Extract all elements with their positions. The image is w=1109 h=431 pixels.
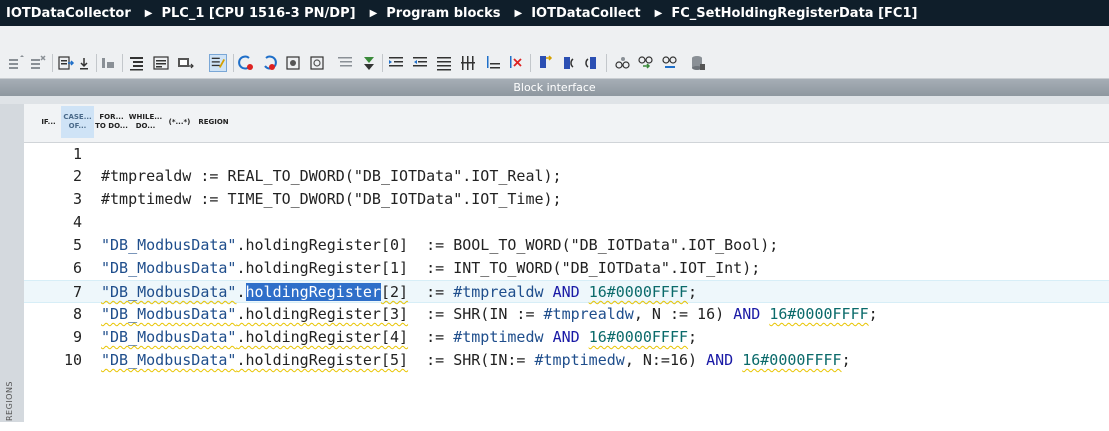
glasses-icon[interactable] bbox=[613, 54, 631, 72]
outdent-icon[interactable] bbox=[411, 54, 429, 72]
add-comment-icon[interactable] bbox=[284, 54, 302, 72]
next-bookmark-icon[interactable] bbox=[536, 54, 554, 72]
breadcrumb-separator-icon: ▶ bbox=[654, 7, 663, 19]
set-bookmark-icon[interactable] bbox=[484, 54, 502, 72]
line-number: 9 bbox=[72, 328, 82, 346]
code-line-current[interactable]: 7 "DB_ModbusData".holdingRegister[2] := … bbox=[24, 280, 1109, 303]
monitor-selection-icon[interactable] bbox=[661, 54, 679, 72]
line-number: 1 bbox=[72, 145, 82, 163]
code-line[interactable]: 3 #tmptimedw := TIME_TO_DWORD("DB_IOTDat… bbox=[24, 188, 1109, 211]
compile-icon[interactable] bbox=[99, 54, 117, 72]
go-to-error-back-icon[interactable] bbox=[237, 54, 255, 72]
database-icon[interactable] bbox=[689, 54, 707, 72]
bookmark-icon[interactable] bbox=[360, 54, 378, 72]
code-text[interactable]: "DB_ModbusData".holdingRegister[5] := SH… bbox=[101, 349, 851, 372]
format-icon[interactable] bbox=[459, 54, 477, 72]
breadcrumb-folder[interactable]: IOTDataCollect bbox=[531, 6, 640, 21]
case-template-button[interactable]: CASE... OF... bbox=[61, 106, 94, 138]
code-text[interactable]: #tmprealdw := REAL_TO_DWORD("DB_IOTData"… bbox=[101, 165, 562, 188]
breadcrumb-block[interactable]: FC_SetHoldingRegisterData [FC1] bbox=[671, 6, 917, 21]
watch-icon[interactable] bbox=[560, 54, 578, 72]
code-text[interactable]: "DB_ModbusData".holdingRegister[0] := BO… bbox=[101, 234, 778, 257]
prev-bookmark-icon[interactable] bbox=[507, 54, 525, 72]
code-line[interactable]: 4 bbox=[24, 211, 1109, 234]
breadcrumb-separator-icon: ▶ bbox=[514, 7, 523, 19]
breadcrumb-program-blocks[interactable]: Program blocks bbox=[386, 6, 500, 21]
monitoring-on-icon[interactable] bbox=[583, 54, 601, 72]
monitor-icon[interactable] bbox=[176, 54, 194, 72]
indent-icon[interactable] bbox=[387, 54, 405, 72]
scl-code-editor[interactable]: 1 2 #tmprealdw := REAL_TO_DWORD("DB_IOTD… bbox=[24, 143, 1109, 422]
breadcrumb-plc[interactable]: PLC_1 [CPU 1516-3 PN/DP] bbox=[161, 6, 355, 21]
code-text[interactable]: "DB_ModbusData".holdingRegister[1] := IN… bbox=[101, 257, 760, 280]
region-template-button[interactable]: REGION bbox=[197, 106, 230, 138]
comment-template-button[interactable]: (*...*) bbox=[163, 106, 196, 138]
code-line[interactable]: 2 #tmprealdw := REAL_TO_DWORD("DB_IOTDat… bbox=[24, 165, 1109, 188]
code-text[interactable]: "DB_ModbusData".holdingRegister[2] := #t… bbox=[101, 281, 697, 304]
line-number: 7 bbox=[72, 283, 82, 301]
line-number: 8 bbox=[72, 305, 82, 323]
breadcrumb-separator-icon: ▶ bbox=[144, 7, 153, 19]
editor-toolbar bbox=[0, 48, 1109, 79]
line-number: 5 bbox=[72, 236, 82, 254]
export-icon[interactable] bbox=[57, 54, 75, 72]
go-to-error-next-icon[interactable] bbox=[260, 54, 278, 72]
line-number: 4 bbox=[72, 213, 82, 231]
window-header-strip bbox=[0, 26, 1109, 49]
align-icon[interactable] bbox=[435, 54, 453, 72]
insert-network-icon[interactable] bbox=[7, 54, 25, 72]
breadcrumb: IOTDataCollector ▶ PLC_1 [CPU 1516-3 PN/… bbox=[0, 0, 1109, 26]
line-number: 6 bbox=[72, 259, 82, 277]
line-number: 3 bbox=[72, 190, 82, 208]
toggle-comment-icon[interactable] bbox=[209, 54, 227, 72]
delete-network-icon[interactable] bbox=[29, 54, 47, 72]
code-line[interactable]: 8 "DB_ModbusData".holdingRegister[3] := … bbox=[24, 303, 1109, 326]
regions-label: REGIONS bbox=[5, 380, 14, 422]
absolute-operands-icon[interactable] bbox=[152, 54, 170, 72]
line-number: 2 bbox=[72, 167, 82, 185]
code-text[interactable]: "DB_ModbusData".holdingRegister[3] := SH… bbox=[101, 303, 878, 326]
selected-text: holdingRegister bbox=[245, 283, 381, 301]
download-icon[interactable] bbox=[75, 54, 93, 72]
line-number: 10 bbox=[63, 351, 82, 369]
code-text[interactable]: "DB_ModbusData".holdingRegister[4] := #t… bbox=[101, 326, 697, 349]
block-interface-bar[interactable]: Block interface bbox=[0, 79, 1109, 96]
code-line[interactable]: 10 "DB_ModbusData".holdingRegister[5] :=… bbox=[24, 349, 1109, 372]
block-properties-icon[interactable] bbox=[128, 54, 146, 72]
monitor-all-icon[interactable] bbox=[637, 54, 655, 72]
code-line[interactable]: 5 "DB_ModbusData".holdingRegister[0] := … bbox=[24, 234, 1109, 257]
breadcrumb-separator-icon: ▶ bbox=[369, 7, 378, 19]
breadcrumb-project[interactable]: IOTDataCollector bbox=[0, 6, 131, 21]
code-text[interactable]: #tmptimedw := TIME_TO_DWORD("DB_IOTData"… bbox=[101, 188, 562, 211]
show-comments-icon[interactable] bbox=[336, 54, 354, 72]
code-line[interactable]: 1 bbox=[24, 143, 1109, 166]
for-template-button[interactable]: FOR... TO DO... bbox=[95, 106, 128, 138]
instruction-palette: IF... CASE... OF... FOR... TO DO... WHILE.… bbox=[24, 104, 1109, 143]
regions-sidebar[interactable]: REGIONS bbox=[0, 104, 25, 422]
code-line[interactable]: 9 "DB_ModbusData".holdingRegister[4] := … bbox=[24, 326, 1109, 349]
code-line[interactable]: 6 "DB_ModbusData".holdingRegister[1] := … bbox=[24, 257, 1109, 280]
remove-comment-icon[interactable] bbox=[308, 54, 326, 72]
while-template-button[interactable]: WHILE... DO... bbox=[129, 106, 162, 138]
